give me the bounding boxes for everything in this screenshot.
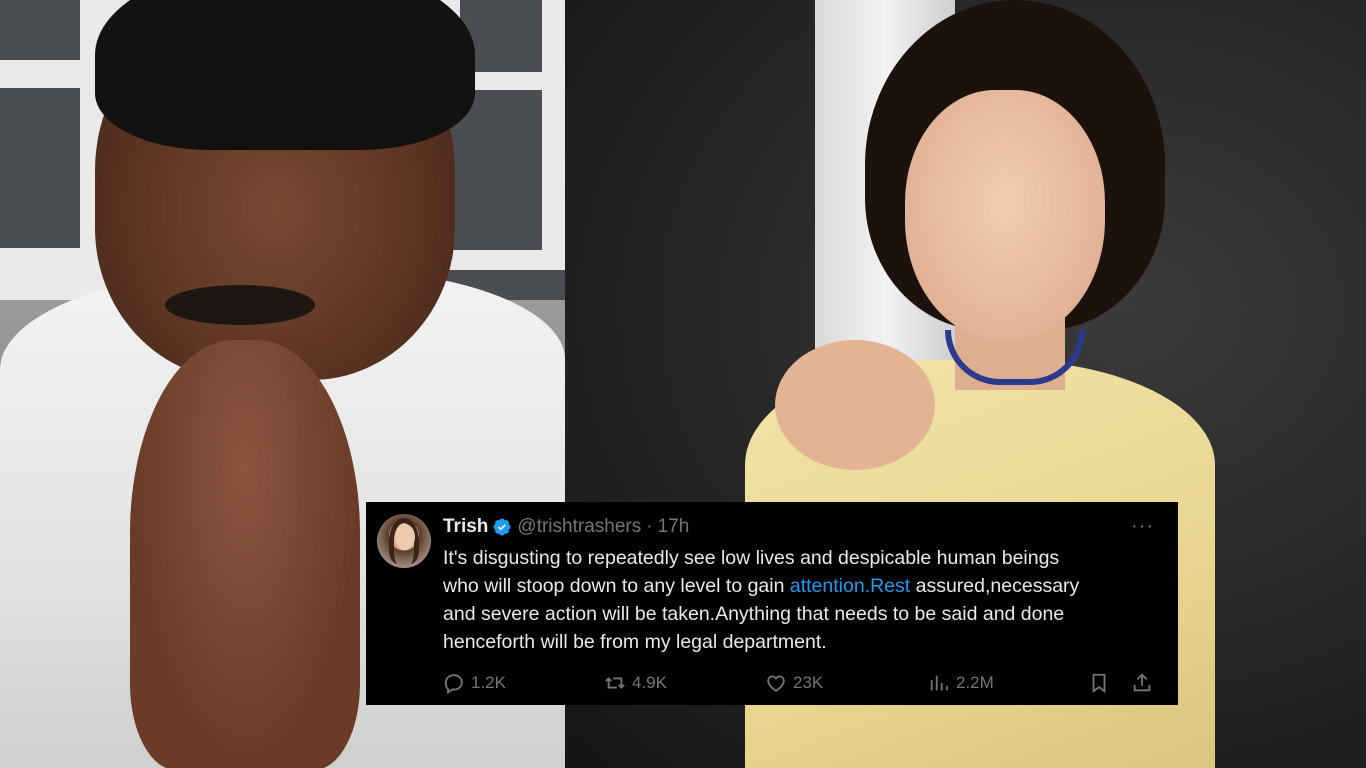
- view-count: 2.2M: [956, 673, 994, 692]
- views-icon: [930, 675, 948, 691]
- reply-button[interactable]: 1.2K: [443, 672, 506, 694]
- like-icon: [767, 675, 785, 692]
- tweet-header: Trish @trishtrashers · 17h: [443, 514, 689, 540]
- like-count: 23K: [793, 673, 824, 692]
- tweet-line: It's disgusting to repeatedly see low li…: [443, 547, 1060, 569]
- tweet-line: who will stoop down to any level to gain…: [443, 575, 1080, 597]
- timestamp[interactable]: 17h: [658, 516, 690, 538]
- views-button[interactable]: 2.2M: [928, 672, 994, 694]
- repost-icon: [605, 677, 625, 689]
- man-moustache: [165, 285, 315, 325]
- woman-hand: [775, 340, 935, 470]
- separator-dot: ·: [646, 516, 653, 537]
- folded-hands: [130, 340, 360, 768]
- avatar[interactable]: [377, 514, 431, 568]
- share-icon[interactable]: [1131, 672, 1153, 694]
- tweet-text: It's disgusting to repeatedly see low li…: [443, 544, 1155, 656]
- tweet-link[interactable]: attention.Rest: [790, 575, 910, 597]
- display-name[interactable]: Trish: [443, 516, 488, 538]
- verified-badge-icon: [493, 518, 511, 536]
- more-icon[interactable]: ···: [1131, 516, 1154, 536]
- tweet-line: and severe action will be taken.Anything…: [443, 603, 1065, 625]
- tweet-line: henceforth will be from my legal departm…: [443, 631, 827, 653]
- woman-face: [905, 90, 1105, 340]
- bookmark-icon[interactable]: [1088, 672, 1110, 694]
- tweet-card[interactable]: Trish @trishtrashers · 17h ··· It's disg…: [366, 502, 1178, 705]
- handle[interactable]: @trishtrashers: [517, 516, 641, 538]
- reply-icon: [444, 674, 463, 694]
- repost-count: 4.9K: [632, 673, 667, 692]
- repost-button[interactable]: 4.9K: [604, 672, 667, 694]
- man-hair: [95, 0, 475, 150]
- reply-count: 1.2K: [471, 673, 506, 692]
- tweet-actions: 1.2K 4.9K 23K 2.2M: [443, 672, 1155, 696]
- like-button[interactable]: 23K: [765, 672, 823, 694]
